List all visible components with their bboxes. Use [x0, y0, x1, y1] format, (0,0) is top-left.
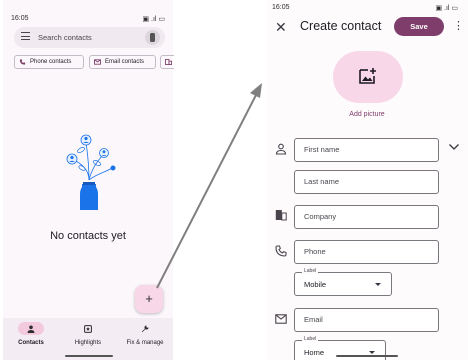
- nav-label: Fix & manage: [126, 340, 164, 346]
- bottom-navigation: Contacts Highlights Fix & manage: [3, 318, 173, 360]
- wrench-icon: [141, 325, 149, 332]
- email-label-dropdown[interactable]: Label Home: [294, 336, 386, 360]
- mail-icon: [275, 314, 287, 324]
- create-contact-screen: 16:05 ▣ .ıl ▭ ✕ Create contact Save ⋮ Ad…: [266, 0, 468, 360]
- first-name-field[interactable]: First name: [294, 138, 439, 162]
- gesture-bar: [336, 355, 398, 357]
- page-title: Create contact: [300, 19, 382, 33]
- empty-state-message: No contacts yet: [50, 230, 126, 242]
- add-picture-button[interactable]: [333, 51, 403, 103]
- person-icon: [275, 143, 287, 155]
- close-icon[interactable]: ✕: [275, 19, 287, 36]
- chip-phone-contacts[interactable]: Phone contacts: [14, 55, 84, 69]
- nav-label: Contacts: [18, 340, 44, 346]
- person-icon: [27, 325, 35, 333]
- save-button[interactable]: Save: [394, 17, 444, 36]
- device-account-icon[interactable]: [145, 30, 160, 45]
- phone-field[interactable]: Phone: [294, 240, 439, 264]
- chip-label: Phone contacts: [30, 59, 72, 65]
- chevron-down-icon[interactable]: [448, 143, 460, 151]
- highlights-icon: [84, 324, 92, 333]
- contacts-screen: 16:05 ▣ .ıl ▭ Search contacts Phone cont…: [3, 0, 174, 360]
- dropdown-arrow-icon: [375, 283, 381, 286]
- dropdown-caption: Label: [302, 268, 319, 274]
- menu-icon[interactable]: [21, 32, 30, 42]
- company-field[interactable]: Company: [294, 205, 439, 229]
- chip-email-contacts[interactable]: Email contacts: [89, 55, 156, 69]
- dropdown-caption: Label: [302, 336, 319, 342]
- more-options-icon[interactable]: ⋮: [453, 19, 464, 32]
- search-bar[interactable]: Search contacts: [14, 27, 165, 48]
- status-bar: 16:05 ▣ .ıl ▭: [3, 0, 173, 30]
- nav-contacts[interactable]: Contacts: [3, 322, 59, 346]
- nav-fix-manage[interactable]: Fix & manage: [117, 322, 173, 346]
- chip-label: Email contacts: [105, 59, 145, 65]
- add-photo-icon: [359, 68, 376, 84]
- gesture-bar: [65, 355, 113, 357]
- phone-icon: [19, 59, 26, 65]
- last-name-field[interactable]: Last name: [294, 170, 439, 194]
- dropdown-arrow-icon: [369, 351, 375, 354]
- add-picture-label[interactable]: Add picture: [266, 111, 468, 118]
- empty-contacts-illustration: [66, 134, 116, 210]
- email-field[interactable]: Email: [294, 308, 439, 332]
- mail-icon: [94, 59, 101, 65]
- status-icons: ▣ .ıl ▭: [142, 16, 165, 23]
- status-time: 16:05: [11, 15, 29, 22]
- nav-label: Highlights: [74, 340, 102, 346]
- phone-icon: [275, 245, 287, 257]
- dropdown-value: Mobile: [304, 280, 327, 289]
- business-icon: [275, 210, 287, 221]
- add-contact-button[interactable]: +: [135, 285, 163, 313]
- dropdown-value: Home: [304, 348, 325, 357]
- phone-label-dropdown[interactable]: Label Mobile: [294, 268, 392, 296]
- business-icon: [165, 59, 172, 65]
- status-icons: ▣ .ıl ▭: [435, 5, 458, 12]
- nav-highlights[interactable]: Highlights: [60, 322, 116, 346]
- chip-more[interactable]: [160, 55, 174, 69]
- filter-chips: Phone contacts Email contacts: [14, 55, 174, 69]
- status-time: 16:05: [272, 4, 290, 11]
- search-placeholder: Search contacts: [38, 33, 92, 42]
